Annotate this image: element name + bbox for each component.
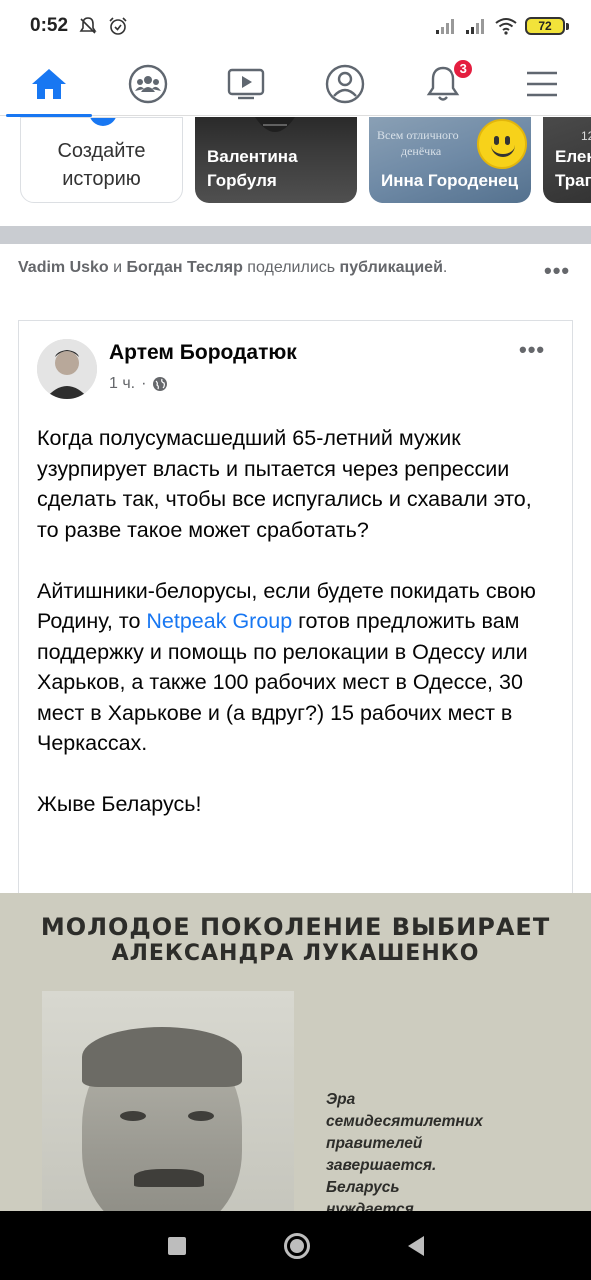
post-card: Артем Бородатюк 1 ч. · ••• Когда полусум… [18, 320, 573, 900]
shared-dot: . [442, 259, 448, 276]
post-image[interactable]: МОЛОДОЕ ПОКОЛЕНИЕ ВЫБИРАЕТ АЛЕКСАНДРА ЛУ… [0, 893, 591, 1211]
signal-icon-2 [466, 19, 484, 34]
nav-profile[interactable] [300, 52, 390, 116]
stories-row: Создайте историю Валентина Горбуля Всем … [0, 117, 591, 227]
image-headline-2: АЛЕКСАНДРА ЛУКАШЕНКО [111, 941, 480, 966]
story-author: Валентина Горбуля [207, 145, 298, 193]
story-author-line1: Инна Городенец [381, 171, 519, 190]
story-card[interactable]: 12 Елен Трап [543, 117, 591, 203]
story-card[interactable]: Валентина Горбуля [195, 117, 357, 203]
story-author-line2: Горбуля [207, 171, 277, 190]
profile-icon [325, 64, 364, 103]
post-more-options-icon[interactable]: ••• [519, 339, 545, 361]
hamburger-menu-icon [526, 71, 557, 96]
story-overlay-text: Всем отличного денёчка [377, 127, 459, 159]
post-paragraph-3: Жыве Беларусь! [37, 792, 202, 816]
mute-icon [79, 17, 97, 34]
image-caption: Эра семидесятилетних правителей завершае… [326, 1089, 526, 1211]
caption-line: завершается. [326, 1157, 437, 1174]
watch-icon [228, 68, 265, 99]
signal-icon [436, 19, 454, 34]
story-author-line1: Валентина [207, 147, 298, 166]
post-time[interactable]: 1 ч. [109, 375, 135, 393]
battery-level: 72 [538, 19, 552, 33]
top-nav-bar: 3 [0, 52, 591, 117]
home-button[interactable] [283, 1232, 310, 1259]
caption-line: семидесятилетних [326, 1113, 483, 1130]
notifications-badge: 3 [452, 57, 475, 80]
back-button[interactable] [407, 1235, 424, 1256]
author-avatar[interactable] [37, 339, 97, 399]
nav-watch[interactable] [201, 52, 291, 116]
home-icon [32, 68, 67, 99]
story-author-line2: Трап [555, 171, 591, 190]
globe-icon [153, 377, 168, 391]
caption-line: правителей [326, 1135, 423, 1152]
post-paragraph-2: Айтишники-белорусы, если будете покидать… [37, 576, 557, 759]
create-story-line2: историю [62, 168, 141, 190]
nav-groups[interactable] [103, 52, 193, 116]
post-paragraph-1: Когда полусумасшедший 65-летний мужик уз… [37, 426, 532, 542]
caption-line: Эра [326, 1091, 356, 1108]
caption-line: Беларусь [326, 1179, 400, 1196]
story-card[interactable]: Всем отличного денёчка Инна Городенец [369, 117, 531, 203]
status-bar: 0:52 72 [0, 0, 591, 52]
recents-button[interactable] [167, 1236, 186, 1255]
portrait-hair [82, 1027, 242, 1087]
post-text: Когда полусумасшедший 65-летний мужик уз… [37, 423, 557, 850]
shared-object-link[interactable]: публикацией [340, 259, 443, 276]
portrait-eye [120, 1111, 146, 1121]
feed-separator [0, 226, 591, 244]
post-author[interactable]: Артем Бородатюк [109, 341, 297, 365]
shared-and: и [108, 259, 127, 276]
android-navigation-bar [0, 1211, 591, 1280]
story-overlay-line2: денёчка [401, 144, 442, 158]
battery-icon: 72 [525, 17, 569, 35]
meta-separator: · [141, 375, 147, 392]
add-story-icon [89, 118, 117, 126]
portrait-mustache [134, 1169, 204, 1187]
groups-icon [128, 64, 167, 103]
nav-notifications[interactable]: 3 [398, 52, 488, 116]
caption-line: нуждается [326, 1201, 414, 1211]
smiley-icon [477, 119, 527, 169]
story-author: Инна Городенец [381, 169, 518, 193]
create-story-card[interactable]: Создайте историю [20, 117, 183, 203]
story-author-line1: Елен [555, 147, 591, 166]
alarm-icon [109, 17, 127, 35]
netpeak-group-link[interactable]: Netpeak Group [146, 609, 292, 633]
image-headline-1: МОЛОДОЕ ПОКОЛЕНИЕ ВЫБИРАЕТ [40, 913, 551, 941]
story-author: Елен Трап [555, 145, 591, 193]
portrait-eye [188, 1111, 214, 1121]
portrait-photo [42, 991, 294, 1211]
shared-post-header: Vadim Usko и Богдан Тесляр поделились пу… [18, 256, 548, 280]
shared-more-options-icon[interactable]: ••• [544, 260, 570, 282]
wifi-icon [495, 18, 517, 35]
status-left: 0:52 [30, 15, 128, 37]
nav-menu[interactable] [497, 52, 587, 116]
story-overlay-line1: Всем отличного [377, 128, 459, 142]
status-time: 0:52 [30, 15, 69, 36]
post-meta: 1 ч. · [109, 375, 168, 393]
status-right: 72 [435, 17, 569, 35]
avatar-image [37, 339, 97, 399]
story-overlay-num: 12 [581, 129, 591, 143]
create-story-label: Создайте историю [57, 137, 145, 193]
smile-mouth [491, 143, 515, 157]
sharer-1-link[interactable]: Vadim Usko [18, 259, 109, 276]
shared-action: поделились [242, 259, 340, 276]
create-story-line1: Создайте [57, 140, 146, 162]
sharer-2-link[interactable]: Богдан Тесляр [127, 259, 243, 276]
nav-home[interactable] [4, 52, 94, 117]
